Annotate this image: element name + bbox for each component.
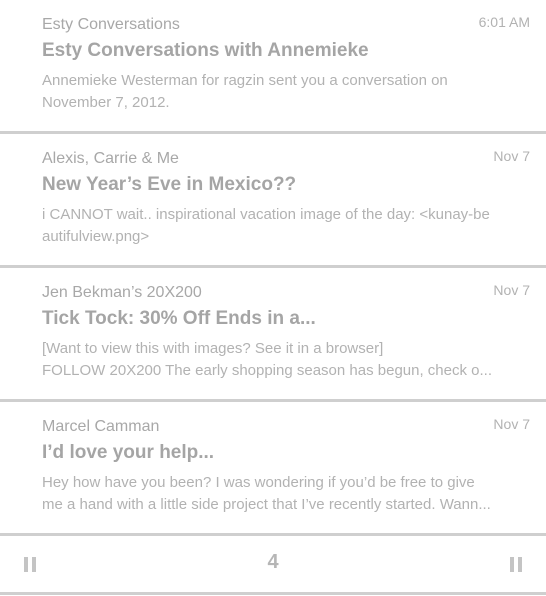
- email-item[interactable]: Esty Conversations 6:01 AM Esty Conversa…: [0, 0, 546, 134]
- message-count: 4: [267, 551, 279, 573]
- email-item[interactable]: Marcel Camman Nov 7 I’d love your help..…: [0, 402, 546, 536]
- email-subject: New Year’s Eve in Mexico??: [42, 174, 297, 195]
- email-subject: I’d love your help...: [42, 442, 215, 463]
- email-preview-line: FOLLOW 20X200 The early shopping season …: [42, 362, 492, 379]
- email-preview-line: November 7, 2012.: [42, 94, 170, 111]
- email-date: Nov 7: [493, 282, 530, 298]
- email-sender: Alexis, Carrie & Me: [42, 150, 179, 167]
- email-list: Esty Conversations 6:01 AM Esty Conversa…: [0, 0, 546, 536]
- email-sender: Jen Bekman’s 20X200: [42, 284, 202, 301]
- email-preview: i CANNOT wait.. inspirational vacation i…: [42, 204, 524, 248]
- email-preview-line: me a hand with a little side project tha…: [42, 496, 491, 513]
- email-preview-line: [Want to view this with images? See it i…: [42, 340, 384, 357]
- email-sender: Marcel Camman: [42, 418, 160, 435]
- email-item[interactable]: Alexis, Carrie & Me Nov 7 New Year’s Eve…: [0, 134, 546, 268]
- pause-icon[interactable]: [510, 557, 522, 572]
- email-subject: Esty Conversations with Annemieke: [42, 40, 369, 61]
- email-sender: Esty Conversations: [42, 16, 180, 33]
- email-item[interactable]: Jen Bekman’s 20X200 Nov 7 Tick Tock: 30%…: [0, 268, 546, 402]
- email-list-screen: Esty Conversations 6:01 AM Esty Conversa…: [0, 0, 546, 596]
- email-preview: Hey how have you been? I was wondering i…: [42, 472, 524, 516]
- email-preview-line: Annemieke Westerman for ragzin sent you …: [42, 72, 448, 89]
- bottom-toolbar: 4: [0, 536, 546, 595]
- email-date: 6:01 AM: [478, 14, 530, 30]
- email-preview: [Want to view this with images? See it i…: [42, 338, 524, 382]
- email-preview-line: Hey how have you been? I was wondering i…: [42, 474, 475, 491]
- email-date: Nov 7: [493, 148, 530, 164]
- email-preview-line: i CANNOT wait.. inspirational vacation i…: [42, 206, 490, 223]
- email-preview-line: autifulview.png>: [42, 228, 150, 245]
- email-date: Nov 7: [493, 416, 530, 432]
- email-subject: Tick Tock: 30% Off Ends in a...: [42, 308, 316, 329]
- email-preview: Annemieke Westerman for ragzin sent you …: [42, 70, 524, 114]
